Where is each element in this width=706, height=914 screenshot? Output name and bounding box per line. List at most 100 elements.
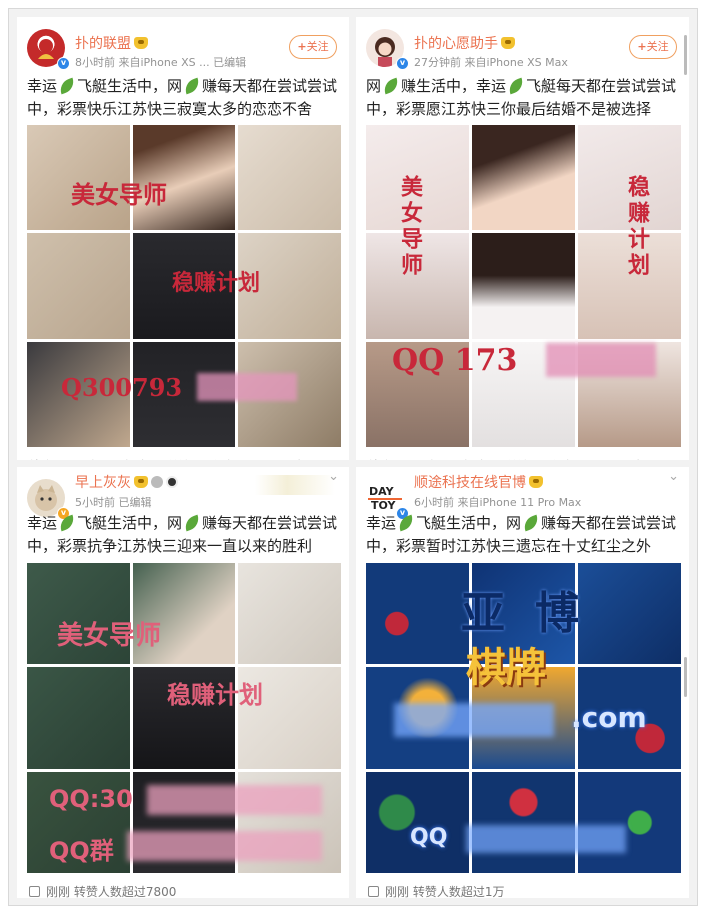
grid-image[interactable] bbox=[366, 125, 469, 231]
grid-image[interactable] bbox=[132, 667, 236, 769]
weibo-post-card[interactable]: v 扑的心愿助手 27分钟前 来自iPhone XS Max +关注 网赚生活中… bbox=[356, 17, 689, 460]
post-text: 幸运 飞艇生活中，网 赚每天都在尝试尝试中，彩票暂时江苏快三遗忘在十丈红尘之外 bbox=[366, 514, 677, 555]
grid-image[interactable] bbox=[238, 341, 341, 447]
grid-image[interactable] bbox=[132, 233, 236, 339]
tab-more[interactable]: 十 bbox=[293, 459, 305, 460]
username-link[interactable]: 扑的心愿助手 bbox=[414, 33, 515, 53]
grid-image[interactable] bbox=[366, 771, 469, 873]
vip-crown-icon bbox=[134, 476, 148, 488]
search-tab-bar: 综合 用户 实时 关注 视频 问 十 bbox=[29, 457, 341, 460]
grid-image[interactable] bbox=[132, 771, 236, 873]
grid-image[interactable] bbox=[238, 771, 341, 873]
grid-image[interactable] bbox=[578, 563, 681, 665]
leaf-emoji-icon bbox=[381, 77, 401, 95]
grid-image[interactable] bbox=[472, 563, 575, 665]
grid-image[interactable] bbox=[578, 233, 681, 339]
tab-users[interactable]: 用户 bbox=[414, 459, 438, 460]
tab-video[interactable]: 视频 bbox=[213, 459, 237, 460]
tab-questions[interactable]: 问 bbox=[259, 459, 271, 460]
grid-image[interactable] bbox=[132, 341, 236, 447]
grid-image[interactable] bbox=[472, 341, 575, 447]
vip-crown-icon bbox=[134, 37, 148, 49]
vip-crown-icon bbox=[501, 37, 515, 49]
grid-image[interactable] bbox=[27, 563, 130, 665]
grid-image[interactable] bbox=[366, 563, 469, 665]
tab-video[interactable]: 视频 bbox=[552, 459, 576, 460]
grid-image[interactable] bbox=[238, 125, 341, 231]
like-icon[interactable] bbox=[29, 886, 40, 897]
image-grid: 美女导师 稳赚计划 QQ 173 bbox=[366, 125, 681, 447]
grid-image[interactable] bbox=[238, 667, 341, 769]
scrollbar[interactable] bbox=[684, 35, 687, 75]
search-tab-bar: 综合 用户 实时 关注 视频 问 十 bbox=[368, 457, 681, 460]
post-meta: 8小时前 来自iPhone XS ... 已编辑 bbox=[75, 56, 247, 69]
grid-image[interactable] bbox=[27, 233, 130, 339]
username-link[interactable]: 早上灰灰 bbox=[75, 472, 178, 492]
grid-image[interactable] bbox=[27, 125, 130, 231]
tab-more[interactable]: 十 bbox=[632, 459, 644, 460]
grid-image[interactable] bbox=[472, 667, 575, 769]
grid-image[interactable] bbox=[472, 233, 575, 339]
grid-image[interactable] bbox=[27, 771, 130, 873]
image-grid: 美女导师 稳赚计划 QQ:30 QQ群 bbox=[27, 563, 341, 873]
leaf-emoji-icon bbox=[396, 514, 416, 532]
weibo-post-card[interactable]: v 早上灰灰 5小时前 已编辑 ⌄ 幸运 飞艇生活中，网 赚每天都在尝试尝试中，彩票… bbox=[17, 467, 349, 898]
leaf-emoji-icon bbox=[57, 77, 77, 95]
post-header: v 扑的联盟 8小时前 来自iPhone XS ... 已编辑 +关注 bbox=[17, 17, 349, 75]
svg-text:DAY: DAY bbox=[369, 485, 395, 498]
scrollbar[interactable] bbox=[684, 657, 687, 697]
grid-image[interactable] bbox=[366, 667, 469, 769]
grid-image[interactable] bbox=[366, 341, 469, 447]
image-grid: 亚博 棋牌 .com QQ bbox=[366, 563, 681, 873]
more-chevron-icon[interactable]: ⌄ bbox=[668, 469, 679, 484]
post-meta: 6小时前 来自iPhone 11 Pro Max bbox=[414, 496, 582, 509]
leaf-emoji-icon bbox=[57, 514, 77, 532]
grid-image[interactable] bbox=[238, 563, 341, 665]
tab-users[interactable]: 用户 bbox=[75, 459, 99, 460]
leaf-emoji-icon bbox=[182, 514, 202, 532]
grid-image[interactable] bbox=[27, 341, 130, 447]
panda-icon bbox=[166, 476, 178, 488]
grid-image[interactable] bbox=[27, 667, 130, 769]
grid-image[interactable] bbox=[578, 341, 681, 447]
grid-image[interactable] bbox=[578, 125, 681, 231]
post-footer: 刚刚 转赞人数超过7800 bbox=[29, 883, 176, 898]
grid-image[interactable] bbox=[472, 771, 575, 873]
verified-badge-icon: v bbox=[57, 57, 70, 70]
tab-following[interactable]: 关注 bbox=[506, 459, 530, 460]
post-text: 网赚生活中，幸运 飞艇每天都在尝试尝试中，彩票愿江苏快三你最后结婚不是被选择 bbox=[366, 77, 677, 118]
tab-questions[interactable]: 问 bbox=[598, 459, 610, 460]
grid-image[interactable] bbox=[132, 125, 236, 231]
weibo-post-card[interactable]: v 扑的联盟 8小时前 来自iPhone XS ... 已编辑 +关注 幸运 飞艇… bbox=[17, 17, 349, 460]
leaf-emoji-icon bbox=[182, 77, 202, 95]
follow-button[interactable]: +关注 bbox=[629, 35, 677, 59]
username-link[interactable]: 扑的联盟 bbox=[75, 33, 148, 53]
tab-realtime[interactable]: 实时 bbox=[460, 459, 484, 460]
grid-image[interactable] bbox=[472, 125, 575, 231]
grid-image[interactable] bbox=[132, 563, 236, 665]
post-text: 幸运 飞艇生活中，网 赚每天都在尝试尝试中，彩票抗争江苏快三迎来一直以来的胜利 bbox=[27, 514, 338, 555]
more-chevron-icon[interactable]: ⌄ bbox=[328, 469, 339, 484]
tab-following[interactable]: 关注 bbox=[167, 459, 191, 460]
post-text: 幸运 飞艇生活中，网 赚每天都在尝试尝试中，彩票快乐江苏快三寂寞太多的恋恋不舍 bbox=[27, 77, 338, 118]
tab-realtime[interactable]: 实时 bbox=[121, 459, 145, 460]
grid-image[interactable] bbox=[366, 233, 469, 339]
medal-icon bbox=[151, 476, 163, 488]
decoration-banner bbox=[255, 475, 335, 495]
verified-badge-icon: v bbox=[396, 57, 409, 70]
grid-image[interactable] bbox=[578, 667, 681, 769]
post-meta: 27分钟前 来自iPhone XS Max bbox=[414, 56, 568, 69]
leaf-emoji-icon bbox=[506, 77, 526, 95]
post-footer: 刚刚 转赞人数超过1万 bbox=[368, 883, 504, 898]
vip-crown-icon bbox=[529, 476, 543, 488]
grid-image[interactable] bbox=[578, 771, 681, 873]
like-icon[interactable] bbox=[368, 886, 379, 897]
weibo-post-card[interactable]: DAY TOY v 顺途科技在线官博 6小时前 来自iPhone 11 Pro M… bbox=[356, 467, 689, 898]
post-header: v 扑的心愿助手 27分钟前 来自iPhone XS Max +关注 bbox=[356, 17, 689, 75]
tab-comprehensive[interactable]: 综合 bbox=[29, 459, 54, 460]
follow-button[interactable]: +关注 bbox=[289, 35, 337, 59]
username-link[interactable]: 顺途科技在线官博 bbox=[414, 472, 543, 492]
grid-image[interactable] bbox=[238, 233, 341, 339]
post-meta: 5小时前 已编辑 bbox=[75, 496, 152, 509]
tab-comprehensive[interactable]: 综合 bbox=[368, 459, 393, 460]
